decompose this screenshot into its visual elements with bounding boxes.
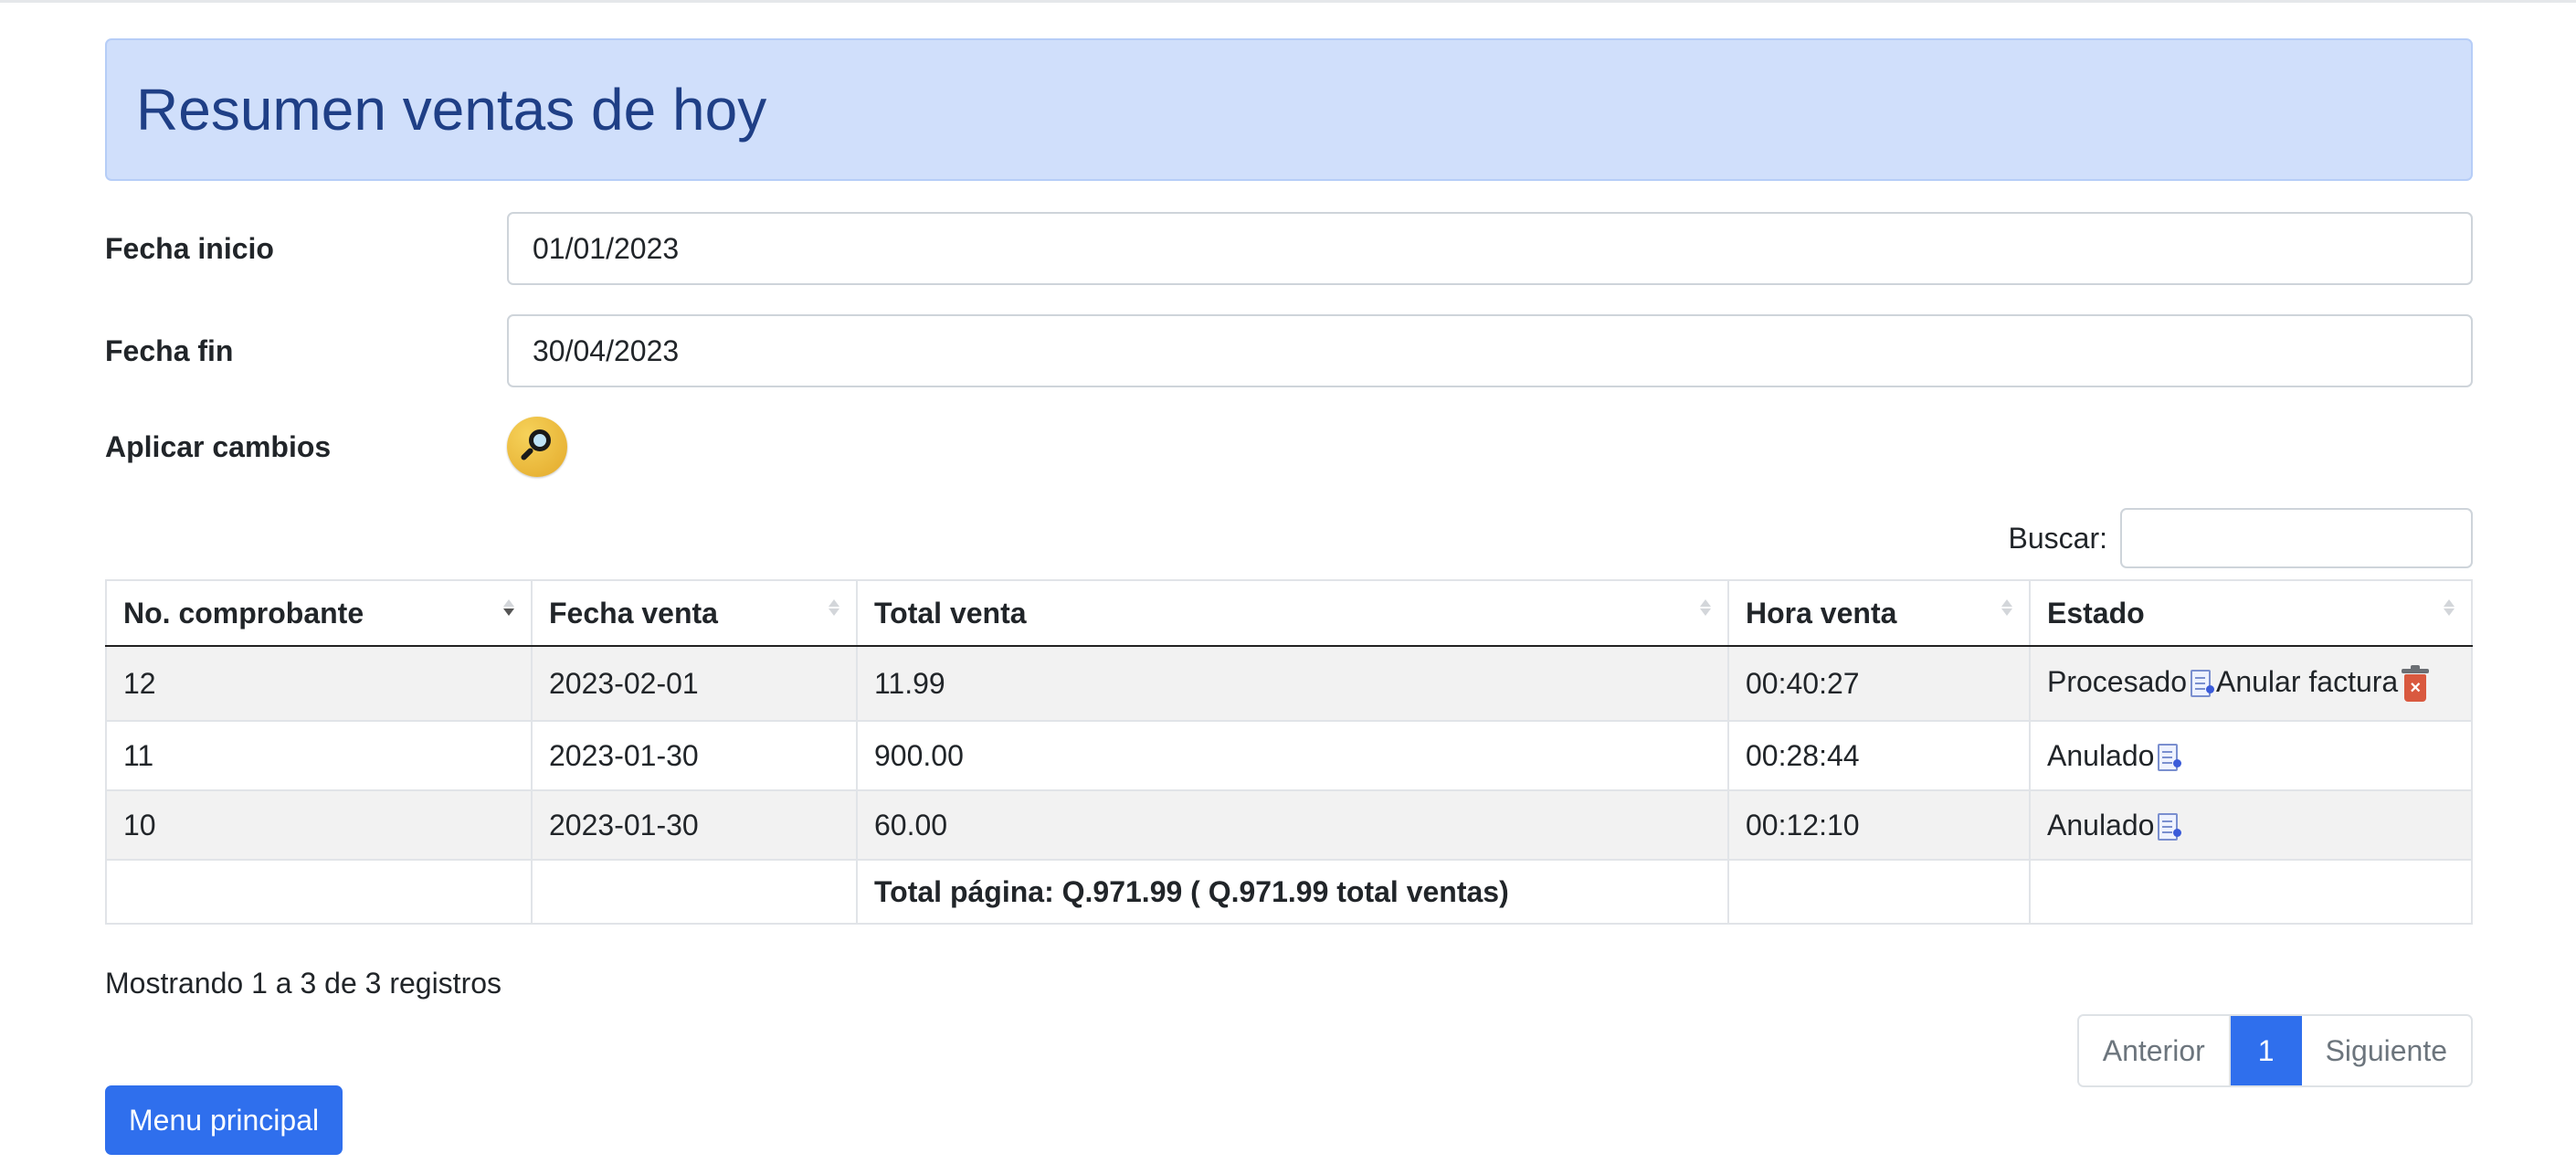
column-header-total[interactable]: Total venta — [856, 579, 1729, 647]
apply-label: Aplicar cambios — [105, 429, 332, 463]
page-total: Total página: Q.971.99 ( Q.971.99 total … — [856, 859, 1729, 925]
status-text: Anulado — [2047, 738, 2155, 772]
cell-total: 60.00 — [856, 789, 1729, 861]
main-container: Resumen ventas de hoy Fecha inicio 01/01… — [105, 38, 2473, 1155]
column-header-fecha[interactable]: Fecha venta — [531, 579, 858, 647]
table-row: 12 2023-02-01 11.99 00:40:27 Procesado An… — [105, 645, 2473, 722]
search-input[interactable] — [2120, 508, 2473, 568]
cell-no: 10 — [105, 789, 533, 861]
page-header: Resumen ventas de hoy — [105, 38, 2473, 181]
sort-icon — [503, 599, 514, 616]
cell-no: 11 — [105, 720, 533, 791]
cell-estado: Anulado — [2029, 789, 2473, 861]
search-label: Buscar: — [2008, 521, 2107, 555]
cell-hora: 00:40:27 — [1727, 645, 2031, 722]
magnifier-icon[interactable] — [507, 417, 567, 477]
pagination: Anterior 1 Siguiente — [2076, 1014, 2473, 1087]
sort-icon — [1700, 599, 1711, 616]
sort-icon — [829, 599, 839, 616]
search-row: Buscar: — [105, 508, 2473, 568]
cell-hora: 00:28:44 — [1727, 720, 2031, 791]
top-divider — [0, 0, 2576, 3]
sales-table: No. comprobante Fecha venta Total venta … — [105, 579, 2473, 925]
cell-no: 12 — [105, 645, 533, 722]
table-info: Mostrando 1 a 3 de 3 registros — [105, 967, 502, 1000]
column-header-no[interactable]: No. comprobante — [105, 579, 533, 647]
table-footer-row: Total página: Q.971.99 ( Q.971.99 total … — [105, 859, 2473, 925]
cell-fecha: 2023-01-30 — [531, 789, 858, 861]
table-row: 11 2023-01-30 900.00 00:28:44 Anulado — [105, 720, 2473, 791]
table-row: 10 2023-01-30 60.00 00:12:10 Anulado — [105, 789, 2473, 861]
main-menu-button[interactable]: Menu principal — [105, 1085, 343, 1155]
table-header-row: No. comprobante Fecha venta Total venta … — [105, 579, 2473, 647]
cell-total: 11.99 — [856, 645, 1729, 722]
status-text: Procesado — [2047, 664, 2187, 698]
end-date-row: Fecha fin 30/04/2023 — [105, 314, 2473, 387]
pagination-next[interactable]: Siguiente — [2301, 1016, 2471, 1085]
document-icon[interactable] — [2158, 813, 2182, 841]
sort-icon — [2001, 599, 2012, 616]
page-title: Resumen ventas de hoy — [136, 77, 767, 143]
start-date-input[interactable]: 01/01/2023 — [507, 212, 2473, 285]
document-icon[interactable] — [2190, 670, 2214, 698]
void-invoice-link[interactable]: Anular factura — [2216, 665, 2398, 698]
start-date-label: Fecha inicio — [105, 231, 274, 265]
column-header-hora[interactable]: Hora venta — [1727, 579, 2031, 647]
sort-icon — [2444, 599, 2455, 616]
trash-icon[interactable]: × — [2402, 665, 2430, 703]
start-date-row: Fecha inicio 01/01/2023 — [105, 212, 2473, 285]
cell-fecha: 2023-02-01 — [531, 645, 858, 722]
status-text: Anulado — [2047, 808, 2155, 841]
pagination-prev[interactable]: Anterior — [2078, 1016, 2231, 1085]
column-header-estado[interactable]: Estado — [2029, 579, 2473, 647]
cell-hora: 00:12:10 — [1727, 789, 2031, 861]
end-date-label: Fecha fin — [105, 333, 234, 367]
cell-estado: Procesado Anular factura × — [2029, 645, 2473, 722]
cell-fecha: 2023-01-30 — [531, 720, 858, 791]
apply-row: Aplicar cambios — [105, 417, 2473, 477]
cell-estado: Anulado — [2029, 720, 2473, 791]
document-icon[interactable] — [2158, 744, 2182, 772]
cell-total: 900.00 — [856, 720, 1729, 791]
pagination-page-1[interactable]: 1 — [2230, 1016, 2302, 1085]
end-date-input[interactable]: 30/04/2023 — [507, 314, 2473, 387]
